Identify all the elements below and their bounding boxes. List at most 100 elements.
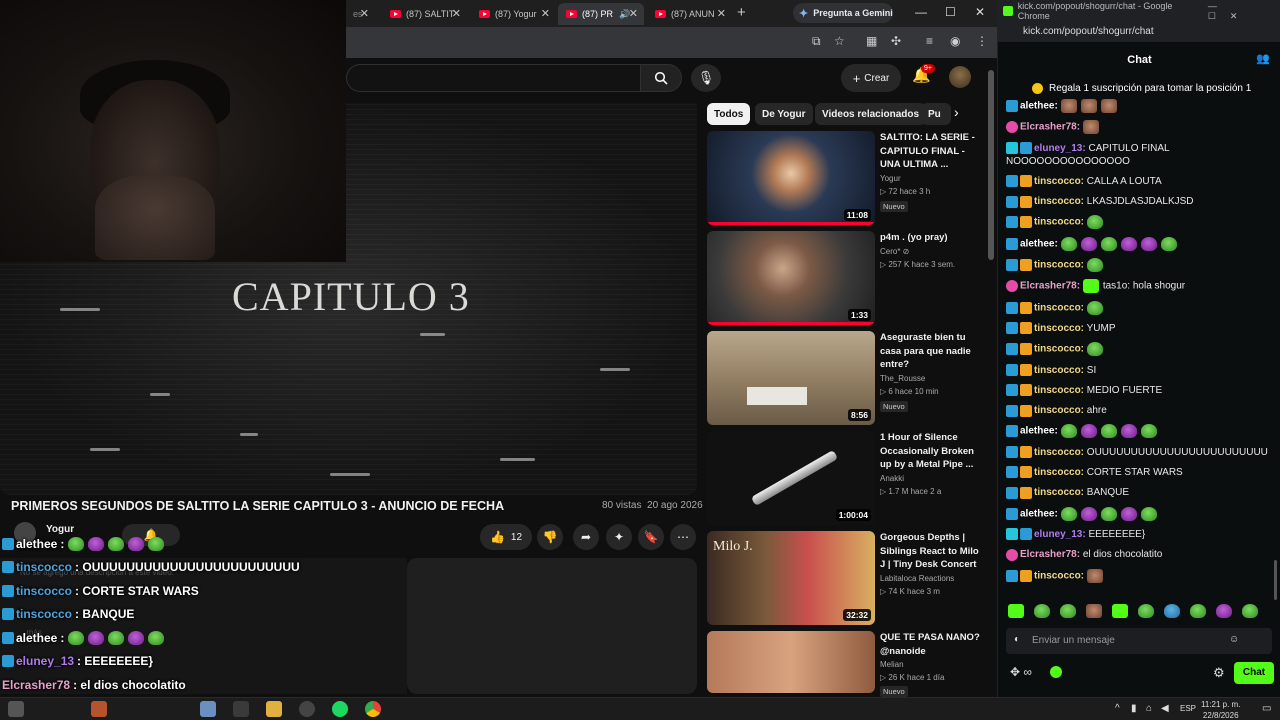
- start-icon[interactable]: [8, 701, 24, 717]
- chat-username[interactable]: eluney_13:: [1034, 529, 1086, 540]
- ask-button[interactable]: ✦: [606, 524, 632, 550]
- chat-username[interactable]: tinscocco:: [1034, 176, 1084, 187]
- emote-icon[interactable]: [1008, 604, 1024, 618]
- chip-related[interactable]: Videos relacionados: [815, 103, 927, 125]
- video-thumbnail[interactable]: 8:56: [707, 331, 875, 425]
- emote-icon[interactable]: [1034, 604, 1050, 618]
- tab-current-video[interactable]: (87) PR 🔊 ✕: [558, 3, 644, 25]
- new-tab-button[interactable]: +: [737, 4, 746, 21]
- network-icon[interactable]: ⌂: [1146, 703, 1152, 714]
- chat-username[interactable]: tinscocco:: [1034, 302, 1084, 313]
- chat-username[interactable]: alethee:: [1020, 101, 1058, 112]
- video-thumbnail[interactable]: 1:00:04: [707, 431, 875, 525]
- emote-icon[interactable]: [1164, 604, 1180, 618]
- save-button[interactable]: 🔖: [638, 524, 664, 550]
- emote-icon[interactable]: [1086, 604, 1102, 618]
- chat-username[interactable]: tinscocco:: [1034, 344, 1084, 355]
- spotify-icon[interactable]: [332, 701, 348, 717]
- chat-username[interactable]: alethee:: [1020, 238, 1058, 249]
- bookmark-star-icon[interactable]: ☆: [834, 34, 845, 48]
- kick-url-bar[interactable]: kick.com/popout/shogurr/chat: [998, 22, 1280, 42]
- close-icon[interactable]: ✕: [629, 7, 638, 20]
- cast-icon[interactable]: ⧉: [812, 34, 821, 49]
- notification-center-icon[interactable]: ▭: [1262, 703, 1271, 714]
- video-thumbnail[interactable]: 1:33: [707, 231, 875, 325]
- more-actions-button[interactable]: ⋯: [670, 524, 696, 550]
- like-button[interactable]: 👍 12: [480, 524, 532, 550]
- chat-username[interactable]: alethee:: [1020, 508, 1058, 519]
- chip-truncated[interactable]: Pu: [921, 103, 951, 125]
- profile-icon[interactable]: ◉: [950, 34, 960, 48]
- related-video[interactable]: 8:56 Aseguraste bien tu casa para que na…: [707, 331, 977, 427]
- tab-anuncio[interactable]: (87) ANUN ✕: [647, 3, 732, 25]
- chat-username[interactable]: alethee:: [1020, 426, 1058, 437]
- emote-icon[interactable]: [1216, 604, 1232, 618]
- volume-icon[interactable]: ◀: [1161, 703, 1169, 714]
- chip-all[interactable]: Todos: [707, 103, 751, 125]
- language-indicator[interactable]: ESP: [1180, 704, 1196, 713]
- video-thumbnail[interactable]: Milo J. 32:32: [707, 531, 875, 625]
- close-icon[interactable]: ✕: [452, 7, 461, 20]
- chat-username[interactable]: tinscocco:: [1034, 447, 1084, 458]
- related-video[interactable]: 1:00:04 1 Hour of Silence Occasionally B…: [707, 431, 977, 527]
- chat-username[interactable]: tinscocco:: [1034, 570, 1084, 581]
- microphone-icon[interactable]: ▮: [1131, 703, 1137, 714]
- related-video[interactable]: QUE TE PASA NANO? @nanoide Melian ▷ 26 K…: [707, 631, 980, 697]
- kick-coin-icon[interactable]: [1050, 666, 1062, 678]
- emote-icon[interactable]: [1138, 604, 1154, 618]
- chat-username[interactable]: Elcrasher78:: [1020, 122, 1080, 133]
- scrollbar-thumb[interactable]: [988, 70, 994, 260]
- related-video[interactable]: 11:08 SALTITO: LA SERIE - CAPITULO FINAL…: [707, 131, 977, 227]
- chat-username[interactable]: tinscocco:: [1034, 196, 1084, 207]
- chat-username[interactable]: tinscocco:: [1034, 365, 1084, 376]
- share-button[interactable]: ➦: [573, 524, 599, 550]
- chat-username[interactable]: tinscocco:: [1034, 385, 1084, 396]
- chat-username[interactable]: tinscocco:: [1034, 467, 1084, 478]
- chat-username[interactable]: tinscocco:: [1034, 217, 1084, 228]
- related-video[interactable]: 1:33 p4m . (yo pray) Cero* ⊘ ▷ 257 K hac…: [707, 231, 977, 327]
- scrollbar-thumb[interactable]: [1274, 560, 1277, 600]
- send-chat-button[interactable]: Chat: [1234, 662, 1274, 684]
- extension-icon[interactable]: ▦: [866, 34, 877, 48]
- pinned-gift-banner[interactable]: Regala 1 suscripción para tomar la posic…: [1004, 78, 1274, 98]
- emote-icon[interactable]: [1060, 604, 1076, 618]
- related-video[interactable]: Milo J. 32:32 Gorgeous Depths | Siblings…: [707, 531, 979, 627]
- account-avatar[interactable]: [949, 66, 971, 88]
- chat-username[interactable]: eluney_13:: [1034, 143, 1086, 154]
- close-window-button[interactable]: ✕: [975, 5, 985, 19]
- tab-truncated[interactable]: es ✕: [345, 3, 375, 25]
- emoji-picker-icon[interactable]: ☺: [1229, 634, 1239, 645]
- close-icon[interactable]: ✕: [541, 7, 550, 20]
- task-view-icon[interactable]: [233, 701, 249, 717]
- tab-yogur[interactable]: (87) Yogur ✕: [471, 3, 556, 25]
- obs-icon[interactable]: [299, 701, 315, 717]
- search-button[interactable]: [640, 64, 682, 92]
- chat-username[interactable]: tinscocco:: [1034, 405, 1084, 416]
- app-icon[interactable]: [91, 701, 107, 717]
- clock[interactable]: 11:21 p. m. 22/8/2026: [1201, 699, 1240, 720]
- chat-username[interactable]: tinscocco:: [1034, 487, 1084, 498]
- kick-points-icon[interactable]: ✥ ∞: [1010, 665, 1032, 679]
- create-button[interactable]: + Crear: [841, 64, 901, 92]
- chevron-up-icon[interactable]: ^: [1115, 703, 1120, 714]
- close-icon[interactable]: ✕: [717, 7, 726, 20]
- emote-icon[interactable]: [1242, 604, 1258, 618]
- minimize-button[interactable]: —: [915, 5, 927, 19]
- chat-username[interactable]: Elcrasher78:: [1020, 549, 1080, 560]
- chat-username[interactable]: tinscocco:: [1034, 323, 1084, 334]
- chat-username[interactable]: Elcrasher78:: [1020, 281, 1080, 292]
- chrome-icon[interactable]: [365, 701, 381, 717]
- maximize-button[interactable]: ☐: [945, 5, 956, 19]
- voice-search-button[interactable]: 🎙: [691, 64, 721, 92]
- video-thumbnail[interactable]: [707, 631, 875, 693]
- users-icon[interactable]: 👥: [1256, 52, 1270, 65]
- puzzle-icon[interactable]: ✣: [891, 34, 901, 48]
- window-controls[interactable]: —☐✕: [1208, 1, 1273, 22]
- gemini-button[interactable]: ✦ Pregunta a Gemini: [793, 3, 893, 23]
- chat-username[interactable]: tinscocco:: [1034, 260, 1084, 271]
- file-explorer-icon[interactable]: [266, 701, 282, 717]
- chip-from-channel[interactable]: De Yogur: [755, 103, 813, 125]
- search-input[interactable]: [346, 64, 640, 92]
- video-thumbnail[interactable]: 11:08: [707, 131, 875, 225]
- app-icon[interactable]: [200, 701, 216, 717]
